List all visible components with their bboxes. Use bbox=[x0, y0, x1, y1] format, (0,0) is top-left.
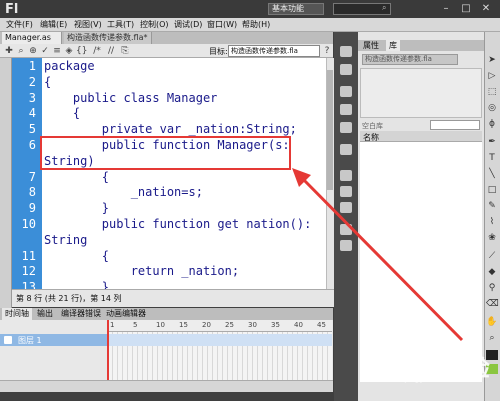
annotation-arrow bbox=[292, 168, 464, 342]
watermark-url: jingyan.baidu.com bbox=[405, 374, 479, 383]
